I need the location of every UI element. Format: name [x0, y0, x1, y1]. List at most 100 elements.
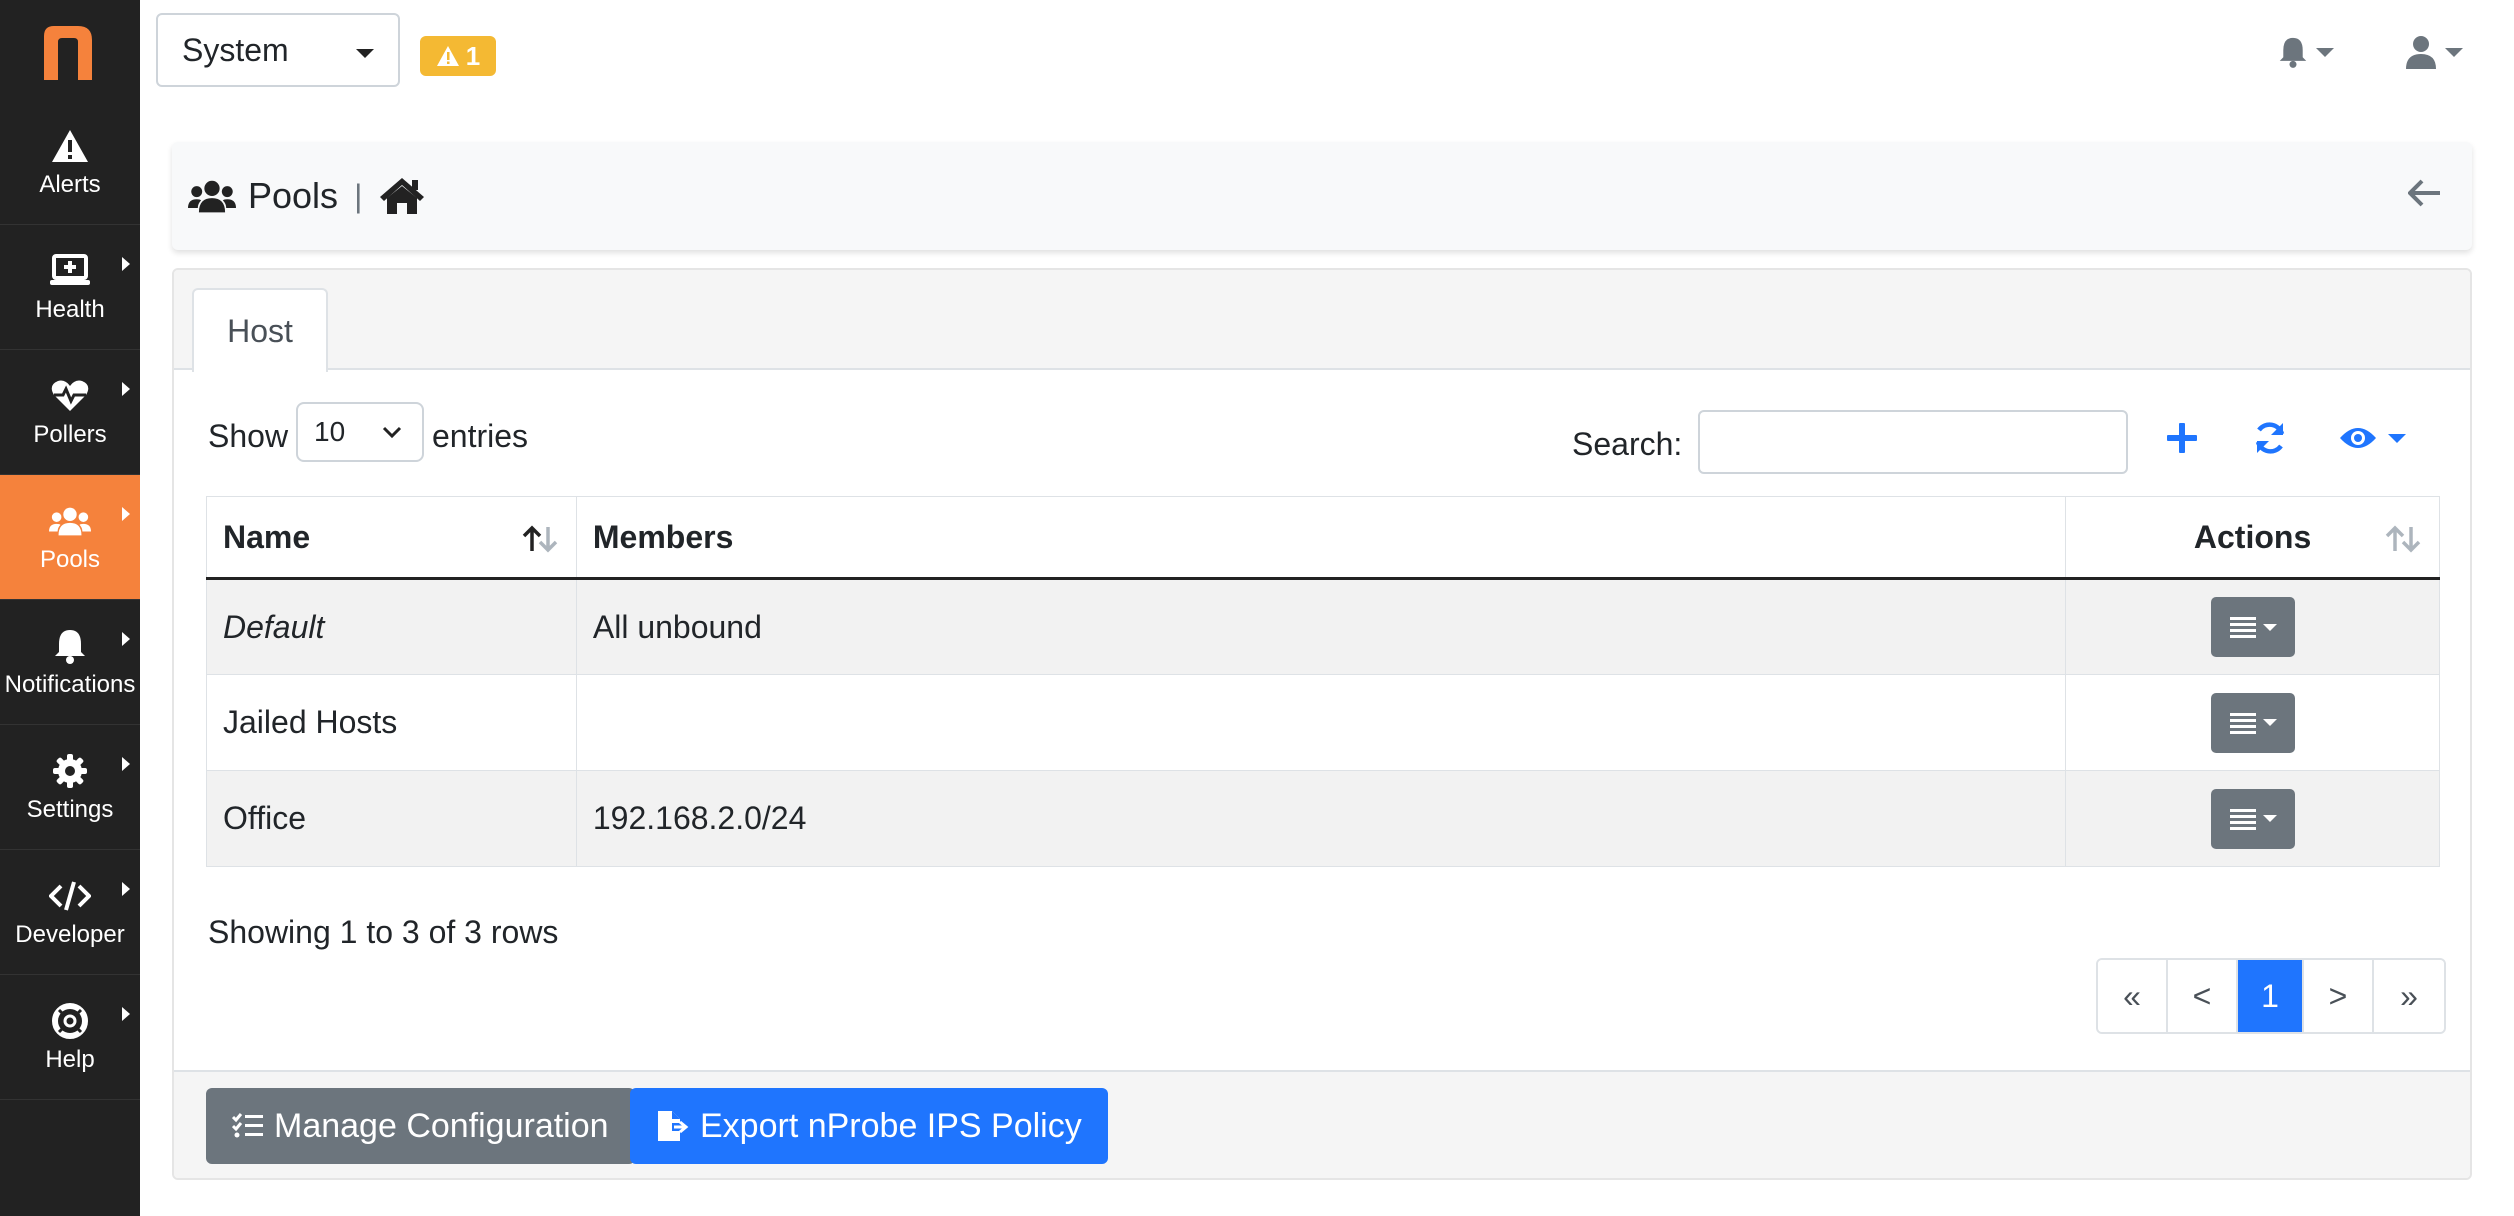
chevron-right-icon [122, 382, 130, 396]
sidebar-item-label: Health [35, 296, 105, 323]
tab-label: Host [227, 312, 293, 349]
export-nprobe-ips-policy-label: Export nProbe IPS Policy [700, 1106, 1082, 1145]
sidebar-item-help[interactable]: Help [0, 975, 140, 1100]
cell-members: All unbound [575, 578, 2067, 675]
row-actions-button[interactable] [2210, 597, 2295, 657]
cell-name: Office [206, 770, 577, 867]
row-actions-button[interactable] [2210, 788, 2295, 849]
sidebar-item-health[interactable]: Health [0, 225, 140, 350]
row-actions-button[interactable] [2210, 692, 2295, 753]
table-header-row: Name Members Actions [206, 496, 2440, 580]
tasks-icon [232, 1113, 263, 1138]
user-dropdown[interactable] [2405, 30, 2485, 74]
page-first-button[interactable]: « [2098, 960, 2168, 1032]
heartbeat-icon [49, 375, 91, 417]
gear-icon [49, 750, 91, 792]
page-title: Pools [248, 175, 339, 216]
code-icon [49, 875, 91, 917]
pagination: « < 1 > » [2096, 958, 2446, 1034]
sidebar-item-pollers[interactable]: Pollers [0, 350, 140, 475]
export-nprobe-ips-policy-button[interactable]: Export nProbe IPS Policy [630, 1088, 1108, 1164]
warning-icon [49, 125, 91, 167]
sidebar-item-label: Pollers [33, 421, 107, 448]
ntopng-logo[interactable] [40, 22, 96, 82]
sidebar-item-pools[interactable]: Pools [0, 475, 140, 600]
warning-icon [436, 46, 459, 66]
caret-down-icon [2316, 47, 2334, 57]
list-icon [2229, 617, 2256, 638]
manage-configuration-label: Manage Configuration [274, 1106, 609, 1145]
caret-down-icon [2262, 623, 2277, 631]
cell-members: 192.168.2.0/24 [575, 770, 2067, 867]
column-header-actions[interactable]: Actions [2065, 496, 2440, 580]
page-next-button[interactable]: > [2304, 960, 2374, 1032]
column-header-name[interactable]: Name [206, 496, 577, 580]
caret-down-icon [2262, 815, 2277, 822]
add-icon[interactable] [2164, 420, 2200, 456]
sidebar-item-alerts[interactable]: Alerts [0, 100, 140, 225]
pools-table: Name Members Actions Default All unbound [206, 496, 2440, 867]
table-row: Jailed Hosts [206, 674, 2440, 771]
sidebar: Alerts Health Pollers Pools Notification… [0, 0, 140, 1216]
caret-down-icon [2445, 47, 2463, 57]
cell-name: Jailed Hosts [206, 674, 577, 771]
sidebar-item-notifications[interactable]: Notifications [0, 600, 140, 725]
table-info: Showing 1 to 3 of 3 rows [208, 914, 559, 950]
notifications-dropdown[interactable] [2278, 32, 2348, 72]
tab-host[interactable]: Host [192, 288, 328, 372]
table-row: Default All unbound [206, 578, 2440, 675]
cell-actions [2065, 578, 2440, 675]
life-ring-icon [49, 1000, 91, 1042]
caret-down-icon [356, 49, 374, 58]
tab-bar: Host [174, 270, 2470, 372]
page-last-button[interactable]: » [2374, 960, 2444, 1032]
alerts-badge[interactable]: 1 [420, 36, 496, 76]
interface-select[interactable]: System [156, 13, 400, 87]
chevron-right-icon [122, 632, 130, 646]
chevron-right-icon [122, 257, 130, 271]
users-icon [188, 180, 236, 213]
users-icon [49, 500, 91, 542]
pools-card: Host Show 10 entries Search: Name Member… [172, 268, 2472, 1180]
bell-icon [2279, 37, 2307, 68]
list-icon [2229, 712, 2256, 734]
column-header-members: Members [575, 496, 2067, 580]
chevron-right-icon [122, 507, 130, 521]
chevron-right-icon [122, 882, 130, 896]
page-header: Pools | [172, 142, 2472, 250]
breadcrumb-separator: | [354, 177, 363, 214]
bell-icon [49, 625, 91, 667]
alerts-count: 1 [465, 40, 481, 71]
column-visibility-dropdown[interactable] [2338, 424, 2406, 452]
list-icon [2229, 808, 2256, 830]
chevron-right-icon [122, 1007, 130, 1021]
interface-select-value: System [182, 31, 289, 68]
entries-label: entries [432, 418, 529, 454]
home-icon[interactable] [378, 176, 426, 216]
show-label: Show [208, 418, 289, 454]
file-export-icon [658, 1111, 689, 1141]
table-row: Office 192.168.2.0/24 [206, 770, 2440, 867]
chevron-right-icon [122, 757, 130, 771]
cell-actions [2065, 770, 2440, 867]
caret-down-icon [2388, 433, 2406, 443]
search-label: Search: [1572, 426, 1683, 462]
page-prev-button[interactable]: < [2168, 960, 2238, 1032]
sort-asc-icon [522, 525, 558, 553]
refresh-icon[interactable] [2252, 420, 2288, 456]
page-length-select[interactable]: 10 [296, 402, 424, 462]
chevron-down-icon [382, 426, 402, 439]
sidebar-item-developer[interactable]: Developer [0, 850, 140, 975]
arrow-left-icon[interactable] [2408, 178, 2442, 208]
page-current-button[interactable]: 1 [2238, 960, 2304, 1032]
sidebar-item-settings[interactable]: Settings [0, 725, 140, 850]
cell-name: Default [206, 578, 577, 675]
manage-configuration-button[interactable]: Manage Configuration [206, 1088, 635, 1164]
caret-down-icon [2262, 719, 2277, 726]
sidebar-item-label: Pools [39, 546, 101, 573]
user-icon [2406, 36, 2436, 69]
search-input[interactable] [1698, 410, 2128, 474]
page-length-value: 10 [314, 416, 346, 447]
sidebar-item-label: Notifications [4, 671, 136, 698]
sidebar-item-label: Alerts [39, 171, 101, 198]
